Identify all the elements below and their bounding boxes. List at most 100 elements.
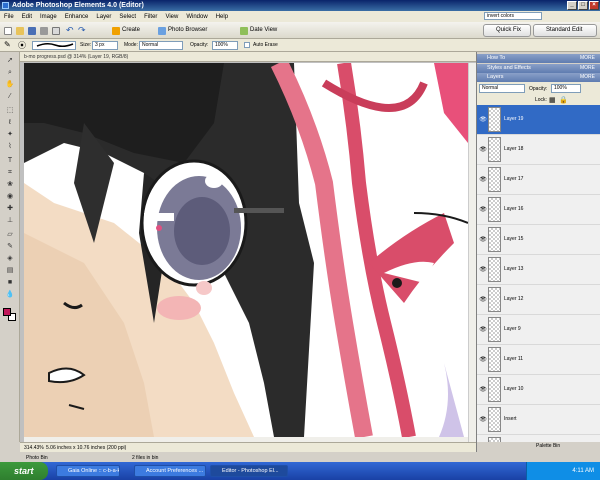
eye-icon[interactable]: 👁 (479, 356, 487, 364)
layer-row[interactable]: 👁 Layer 19 (477, 105, 600, 135)
layer-blend-mode-select[interactable]: Normal (479, 84, 525, 93)
clock[interactable]: 4:11 AM (572, 468, 594, 474)
magic-wand-tool-icon[interactable]: ✦ (5, 130, 15, 140)
lasso-tool-icon[interactable]: ℓ (5, 118, 15, 128)
selection-brush-tool-icon[interactable]: ⌇ (5, 142, 15, 152)
image-canvas[interactable] (24, 63, 468, 437)
layer-row[interactable]: 👁 Layer 18 (477, 135, 600, 165)
eye-icon[interactable]: 👁 (479, 386, 487, 394)
pencil-tool-icon[interactable]: ✎ (5, 242, 15, 252)
menu-edit[interactable]: Edit (22, 14, 32, 20)
layer-opacity-field[interactable]: 100% (551, 84, 581, 93)
how-to-more-button[interactable]: MORE (580, 54, 595, 63)
red-eye-tool-icon[interactable]: ◉ (5, 192, 15, 202)
zoom-level[interactable]: 314.43% (24, 443, 44, 453)
lock-all-icon[interactable]: 🔒 (559, 96, 568, 104)
quick-fix-button[interactable]: Quick Fix (483, 24, 531, 37)
how-to-palette-header[interactable]: How To MORE (477, 54, 600, 63)
auto-erase-checkbox[interactable] (244, 42, 250, 48)
layer-name: Layer 19 (504, 116, 524, 122)
lock-transparency-icon[interactable]: ▦ (549, 96, 556, 104)
layers-more-button[interactable]: MORE (580, 73, 595, 82)
paint-bucket-tool-icon[interactable]: ◈ (5, 254, 15, 264)
move-tool-icon[interactable]: ➚ (5, 56, 15, 66)
styles-effects-palette-header[interactable]: Styles and Effects MORE (477, 64, 600, 73)
layers-palette-header[interactable]: Layers MORE (477, 73, 600, 82)
layer-row[interactable]: 👁 Layer 15 (477, 225, 600, 255)
minimize-button[interactable]: _ (567, 1, 577, 10)
crop-tool-icon[interactable]: ⌗ (5, 168, 15, 178)
date-view-button[interactable]: Date View (240, 25, 277, 36)
start-button[interactable]: start (0, 462, 48, 480)
eye-icon[interactable]: 👁 (479, 176, 487, 184)
palette-bin-toggle[interactable]: Palette Bin (536, 443, 560, 449)
brush-presets-icon[interactable]: ⦿ (18, 40, 26, 51)
zoom-tool-icon[interactable]: ⌕ (5, 68, 15, 78)
cookie-cutter-tool-icon[interactable]: ❀ (5, 180, 15, 190)
marquee-tool-icon[interactable]: ⬚ (5, 106, 15, 116)
taskbar-item-gaia[interactable]: Gaia Online :: c-b-a-k ... (56, 465, 120, 477)
new-file-button[interactable] (4, 25, 12, 36)
redo-button[interactable]: ↷ (78, 25, 86, 36)
photo-browser-icon (158, 26, 166, 35)
gradient-tool-icon[interactable]: ▤ (5, 266, 15, 276)
menu-image[interactable]: Image (40, 14, 57, 20)
taskbar-item-photoshop-editor[interactable]: Editor - Photoshop El... (210, 465, 288, 477)
print-button[interactable] (40, 25, 48, 36)
layer-row[interactable]: 👁 Insert (477, 405, 600, 435)
undo-button[interactable]: ↶ (66, 25, 74, 36)
eye-icon[interactable]: 👁 (479, 266, 487, 274)
menu-filter[interactable]: Filter (144, 14, 157, 20)
save-button[interactable] (28, 25, 36, 36)
styles-more-button[interactable]: MORE (580, 64, 595, 73)
menu-file[interactable]: File (4, 14, 14, 20)
open-file-button[interactable] (16, 25, 24, 36)
photo-browser-button[interactable]: Photo Browser (158, 25, 207, 36)
eye-icon[interactable]: 👁 (479, 146, 487, 154)
hand-tool-icon[interactable]: ✋ (5, 80, 15, 90)
brush-stroke-preview[interactable] (32, 41, 76, 50)
maximize-button[interactable]: □ (578, 1, 588, 10)
menu-enhance[interactable]: Enhance (65, 14, 89, 20)
layer-row[interactable]: 👁 Layer 11 (477, 345, 600, 375)
foreground-color-swatch[interactable] (3, 308, 11, 316)
clone-stamp-tool-icon[interactable]: ⊥ (5, 216, 15, 226)
standard-edit-button[interactable]: Standard Edit (533, 24, 597, 37)
eye-icon[interactable]: 👁 (479, 326, 487, 334)
eye-icon[interactable]: 👁 (479, 296, 487, 304)
menu-select[interactable]: Select (119, 14, 136, 20)
size-label: Size: (80, 42, 92, 48)
layer-row[interactable]: 👁 Layer 10 (477, 375, 600, 405)
eyedropper-tool-icon[interactable]: ⁄ (5, 92, 15, 102)
blur-tool-icon[interactable]: 💧 (5, 290, 15, 300)
vertical-scrollbar[interactable] (468, 63, 476, 442)
menu-view[interactable]: View (165, 14, 178, 20)
layer-row[interactable]: 👁 Layer 13 (477, 255, 600, 285)
brush-size-field[interactable]: 3 px (92, 41, 118, 50)
eraser-tool-icon[interactable]: ▱ (5, 230, 15, 240)
eye-icon[interactable]: 👁 (479, 416, 487, 424)
layer-row[interactable]: 👁 Layer 9 (477, 315, 600, 345)
menu-layer[interactable]: Layer (96, 14, 111, 20)
opacity-field[interactable]: 100% (212, 41, 238, 50)
eye-icon[interactable]: 👁 (479, 206, 487, 214)
help-search-input[interactable]: invert colors (484, 12, 542, 20)
shape-tool-icon[interactable]: ■ (5, 278, 15, 288)
create-button[interactable]: Create (112, 25, 140, 36)
type-tool-icon[interactable]: T (5, 156, 15, 166)
eye-icon[interactable]: 👁 (479, 116, 487, 124)
layer-name: Layer 12 (504, 296, 524, 302)
layer-row[interactable]: 👁 fill (477, 435, 600, 442)
taskbar-item-account-preferences[interactable]: Account Preferences ... (134, 465, 206, 477)
mail-button[interactable] (52, 25, 60, 36)
eye-icon[interactable]: 👁 (479, 236, 487, 244)
layer-row[interactable]: 👁 Layer 17 (477, 165, 600, 195)
menu-window[interactable]: Window (186, 14, 207, 20)
layer-row[interactable]: 👁 Layer 12 (477, 285, 600, 315)
menu-help[interactable]: Help (216, 14, 228, 20)
close-button[interactable]: × (589, 1, 599, 10)
layer-thumbnail (488, 377, 501, 402)
blend-mode-select[interactable]: Normal (139, 41, 183, 50)
healing-brush-tool-icon[interactable]: ✚ (5, 204, 15, 214)
layer-row[interactable]: 👁 Layer 16 (477, 195, 600, 225)
